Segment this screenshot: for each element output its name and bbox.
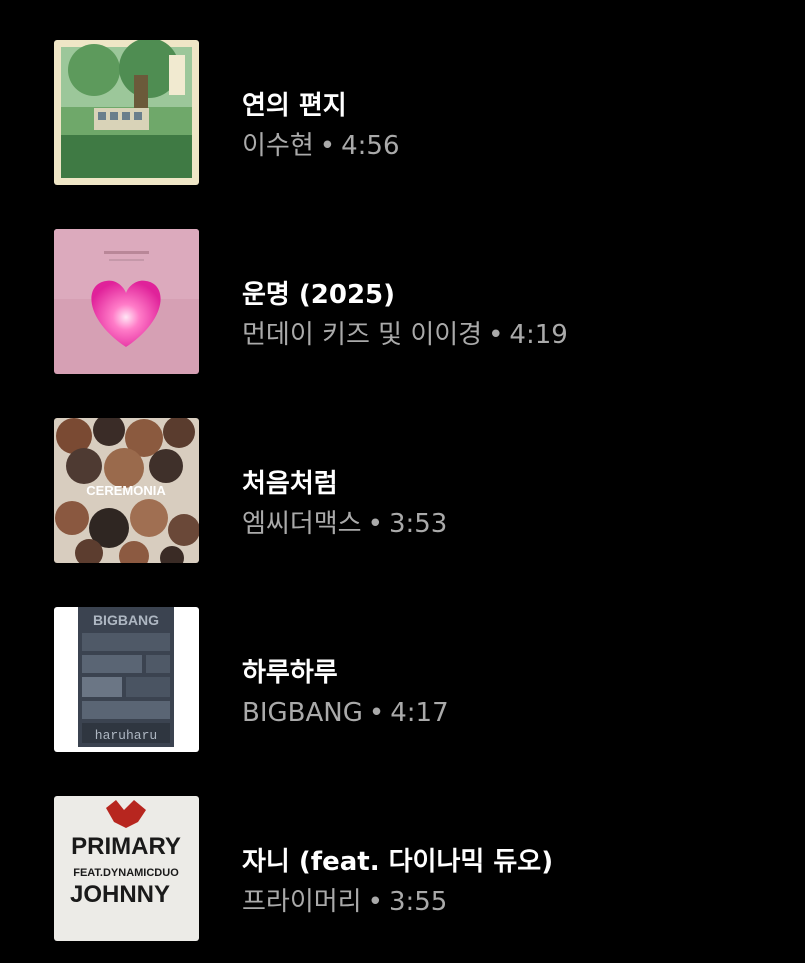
track-duration: 4:19 [509,320,568,350]
separator-dot: • [367,509,383,539]
track-artist: 이수현 [242,131,314,161]
ceremonia-cover-icon: CEREMONIA [54,418,199,563]
track-artist: 먼데이 키즈 및 이이경 [242,320,483,350]
separator-dot: • [319,131,336,161]
track-title: 하루하루 [242,658,338,688]
track-title: 처음처럼 [242,469,338,499]
track-title: 자니 (feat. 다이나믹 듀오) [242,847,554,877]
separator-dot: • [367,887,383,917]
track-duration: 4:17 [390,698,449,728]
primary-johnny-cover-icon: PRIMARY FEAT.DYNAMICDUO JOHNNY [54,796,199,941]
forest-bus-illustration-icon [54,40,199,185]
album-art-text: BIGBANG [93,612,159,628]
track-row[interactable]: PRIMARY FEAT.DYNAMICDUO JOHNNY 자니 (feat.… [0,774,805,941]
album-art-bigbang[interactable]: BIGBANG haruharu [54,607,199,752]
track-subtitle: 프라이머리 • 3:55 [242,886,447,918]
bigbang-cover-icon: BIGBANG haruharu [54,607,199,752]
album-art-ceremonia[interactable]: CEREMONIA [54,418,199,563]
track-artist: 엠씨더맥스 [242,509,362,539]
track-row[interactable]: 연의 편지 이수현 • 4:56 [0,18,805,185]
separator-dot: • [368,698,385,728]
separator-dot: • [488,320,504,350]
svg-text:JOHNNY: JOHNNY [70,881,170,908]
track-list: 연의 편지 이수현 • 4:56 운명 (2025) 먼데이 키즈 및 이이경 … [0,0,805,963]
pink-heart-icon [54,229,199,374]
track-subtitle: 먼데이 키즈 및 이이경 • 4:19 [242,319,568,351]
track-subtitle: 이수현 • 4:56 [242,130,400,162]
album-art-text: PRIMARY [71,833,181,860]
track-artist: 프라이머리 [242,887,362,917]
track-artist: BIGBANG [242,698,363,728]
track-subtitle: 엠씨더맥스 • 3:53 [242,508,447,540]
track-row[interactable]: 운명 (2025) 먼데이 키즈 및 이이경 • 4:19 [0,207,805,374]
svg-text:FEAT.DYNAMICDUO: FEAT.DYNAMICDUO [73,867,179,879]
album-art-pink-heart[interactable] [54,229,199,374]
track-duration: 3:53 [388,509,448,539]
track-title: 연의 편지 [242,91,347,121]
album-art-text: CEREMONIA [86,483,166,498]
track-duration: 4:56 [341,131,400,161]
album-art-forest-bus[interactable] [54,40,199,185]
track-subtitle: BIGBANG • 4:17 [242,697,449,729]
album-art-primary-johnny[interactable]: PRIMARY FEAT.DYNAMICDUO JOHNNY [54,796,199,941]
track-row[interactable]: CEREMONIA 처음처럼 엠씨더맥스 • 3:53 [0,396,805,563]
track-row[interactable]: BIGBANG haruharu 하루하루 BIGBANG • 4:17 [0,585,805,752]
track-title: 운명 (2025) [242,280,396,310]
track-duration: 3:55 [388,887,448,917]
svg-text:haruharu: haruharu [95,728,157,743]
